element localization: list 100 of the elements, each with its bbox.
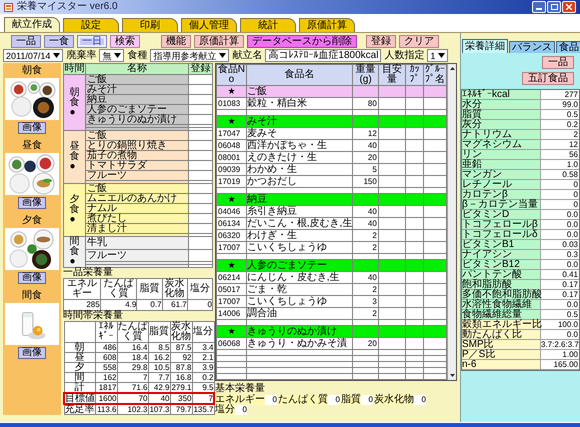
dish-row[interactable]: ★ きゅうりのぬか漬け <box>216 326 446 338</box>
tab[interactable]: 印刷 <box>122 18 178 32</box>
dropdown[interactable]: 無 <box>99 49 124 62</box>
tab[interactable]: 個人管理 <box>181 18 237 32</box>
tab[interactable]: バランス <box>509 41 555 53</box>
nutrient-label: ビタミンD <box>462 210 541 219</box>
nutrient-label: n-6 <box>462 360 541 369</box>
dish-name-cell[interactable]: 煮びたし <box>86 214 188 224</box>
nutrient-label: 脂質 <box>462 110 541 119</box>
table-cell: 558 <box>95 362 117 372</box>
dropdown[interactable]: 2011/07/14 <box>3 49 64 62</box>
dish-name-cell[interactable]: みそ汁 <box>86 84 188 94</box>
toolbar-button[interactable]: クリア <box>399 35 439 48</box>
minimize-icon <box>536 8 542 10</box>
nutrient-value: 0 <box>414 395 426 405</box>
toolbar-button[interactable]: 一品 <box>11 35 41 48</box>
tab[interactable]: 原価計算 <box>299 18 355 32</box>
dish-name-cell[interactable]: 納豆 <box>86 94 188 104</box>
menu-name-field[interactable]: 高コﾚｽﾃﾛｰﾙ血症1800kcal <box>265 49 382 62</box>
dish-name-cell[interactable]: ご飯 <box>86 130 188 140</box>
toolbar-button[interactable]: 一日 <box>77 35 107 48</box>
column-header: 塩分 <box>187 278 212 300</box>
dish-row[interactable]: ★ ご飯 <box>216 86 446 98</box>
meal-label: 夕食 <box>22 216 42 226</box>
close-button[interactable] <box>562 1 576 13</box>
dish-name-cell[interactable]: 清まし汁 <box>86 224 188 234</box>
table-cell: 16.4 <box>117 342 148 352</box>
tab[interactable]: 栄養詳細 <box>462 39 508 53</box>
table-cell: 06068 <box>216 338 246 350</box>
table-cell: 486 <box>95 342 117 352</box>
table-cell: 2 <box>352 242 378 254</box>
table-cell: 29.8 <box>117 362 148 372</box>
nutrient-value: 0 <box>328 395 340 405</box>
image-button[interactable]: 画像 <box>18 197 46 209</box>
nutrient-label: ビタミンB12 <box>462 260 541 269</box>
nutrient-label: ナトリウム <box>462 130 541 139</box>
nutrient-label: たんぱく質 <box>278 395 328 405</box>
maximize-button[interactable] <box>547 1 561 13</box>
dropdown[interactable]: 1 <box>427 49 448 62</box>
dish-name-cell[interactable]: トマトサラダ <box>86 160 188 170</box>
nutrient-value: 0 <box>265 395 277 405</box>
column-header: 名称 <box>86 64 188 74</box>
toolbar-button[interactable]: 原価計算 <box>194 35 244 48</box>
table-cell: こいくちしょうゆ <box>246 242 353 254</box>
dish-row[interactable]: ★ 人参のごまソテー <box>216 260 446 272</box>
nutrient-value: 0.0 <box>566 260 579 269</box>
table-cell: 80 <box>352 98 378 110</box>
toolbar-button[interactable]: 検索 <box>110 35 140 48</box>
dropdown-arrow-icon <box>219 53 226 58</box>
tab[interactable]: 食品 <box>556 41 580 53</box>
dish-name-cell[interactable]: 茄子の煮物 <box>86 150 188 160</box>
column-header: 食品名 <box>246 64 353 86</box>
dish-name-cell[interactable]: ご飯 <box>86 74 188 84</box>
table-cell: 17019 <box>216 176 246 188</box>
toolbar-button[interactable]: 機能 <box>161 35 191 48</box>
table-cell: 3.4 <box>192 342 214 352</box>
table-cell: 01083 <box>216 98 246 110</box>
table-cell: 79.7 <box>170 404 192 414</box>
meal-time-cell: 朝食● <box>64 74 86 130</box>
dish-name-cell[interactable]: 人参のごまソテー <box>86 104 188 114</box>
dish-name-cell[interactable]: 牛乳 <box>86 236 188 249</box>
dish-row[interactable]: ★ みそ汁 <box>216 116 446 128</box>
dish-name-cell[interactable]: ムニエルのあんかけ <box>86 194 188 204</box>
dish-name-cell[interactable]: とりの鍋照り焼き <box>86 140 188 150</box>
tab[interactable]: 献立作成 <box>4 17 60 32</box>
nutrient-value: 0.03 <box>561 240 579 249</box>
minimize-button[interactable] <box>532 1 546 13</box>
dropdown-arrow-icon <box>114 53 122 58</box>
nutrient-value: 0.0 <box>566 330 579 339</box>
nutrient-value: 0 <box>572 180 579 189</box>
meal-time-cell: 間食● <box>64 236 86 268</box>
image-button[interactable]: 画像 <box>18 272 46 284</box>
dish-name-cell[interactable]: ご飯 <box>86 184 188 194</box>
nutrient-label: 灰分 <box>462 120 541 129</box>
nutrient-value: 1.00 <box>561 350 579 359</box>
image-button[interactable]: 画像 <box>18 347 46 359</box>
nutrient-label: 多価不飽和脂肪酸 <box>462 290 541 299</box>
table-cell: 7.7 <box>148 372 170 382</box>
dish-name-cell[interactable]: フルーツ <box>86 249 188 262</box>
table-cell: 16.8 <box>170 372 192 382</box>
toolbar-button[interactable]: データベースから削除 <box>247 35 357 48</box>
dropdown[interactable]: 指導用参考献立 <box>150 49 230 62</box>
tab[interactable]: 統計 <box>240 18 296 32</box>
image-button[interactable]: 画像 <box>18 122 46 134</box>
panel-button[interactable]: 五訂食品 <box>522 72 574 85</box>
toolbar-button[interactable]: 登録 <box>366 35 396 48</box>
nutrient-label: リン <box>462 150 541 159</box>
window-title: 栄養マイスター ver6.0 <box>17 2 118 12</box>
dish-row[interactable]: ★ 納豆 <box>216 194 446 206</box>
panel-button[interactable]: 一品 <box>542 56 574 69</box>
dish-name-cell[interactable]: きゅうりのぬか漬け <box>86 114 188 124</box>
table-cell: 3.9 <box>192 362 214 372</box>
dropdown-arrow-icon <box>53 53 60 58</box>
column-header: 炭水化物 <box>162 278 188 300</box>
column-header: ｴﾈﾙｷﾞｰ <box>95 322 117 342</box>
toolbar-button[interactable]: 一食 <box>44 35 74 48</box>
scrollbar[interactable] <box>447 64 456 380</box>
nutrient-label: 飽和脂肪酸 <box>462 280 541 289</box>
nutrient-value: 0 <box>572 190 579 199</box>
tab[interactable]: 設定 <box>63 18 119 32</box>
